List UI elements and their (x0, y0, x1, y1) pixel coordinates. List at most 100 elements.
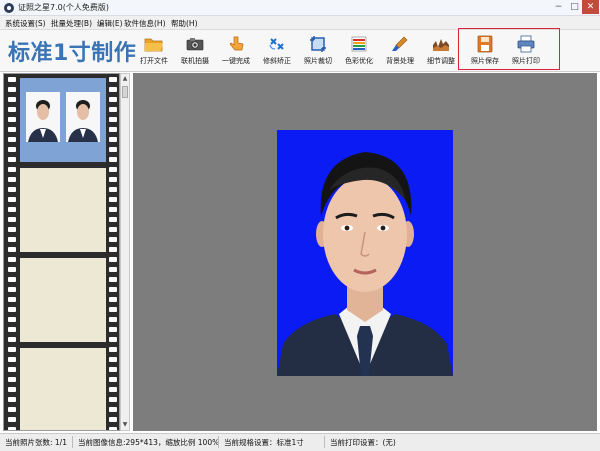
scroll-down-arrow-icon[interactable]: ▼ (121, 420, 129, 430)
app-logo-icon (4, 3, 14, 13)
film-perforation (109, 287, 117, 292)
color-optimize-button[interactable]: 色彩优化 (339, 35, 379, 69)
menu-edit[interactable]: 编辑(E) (97, 18, 123, 29)
film-perforation (8, 347, 16, 352)
thumbnail-frame-empty[interactable] (20, 348, 106, 430)
film-perforation (8, 127, 16, 132)
thumbnail-strip[interactable] (3, 73, 120, 431)
film-perforation (109, 137, 117, 142)
menu-help[interactable]: 帮助(H) (171, 18, 198, 29)
film-perforation (109, 87, 117, 92)
film-perforation (109, 217, 117, 222)
film-perforation (8, 317, 16, 322)
film-perforation (109, 237, 117, 242)
thumbnail-frame-empty[interactable] (20, 168, 106, 252)
film-perforation (8, 147, 16, 152)
color-optimize-label: 色彩优化 (345, 57, 373, 65)
background-process-button[interactable]: 背景处理 (380, 35, 420, 69)
open-file-button[interactable]: 打开文件 (134, 35, 174, 69)
film-perforation (109, 177, 117, 182)
tilt-correction-button[interactable]: 修斜矫正 (257, 35, 297, 69)
film-perforation (8, 357, 16, 362)
thumbnail-photo (66, 92, 100, 142)
status-separator (218, 436, 219, 448)
tilt-correction-label: 修斜矫正 (263, 57, 291, 65)
film-perforation (8, 417, 16, 422)
status-photo-count: 当前照片张数: 1/1 (5, 438, 67, 447)
film-perforation (8, 107, 16, 112)
photo-canvas[interactable] (133, 73, 597, 431)
film-perforation (8, 337, 16, 342)
film-perforation (8, 427, 16, 430)
film-perforation (109, 297, 117, 302)
film-perforation (8, 207, 16, 212)
camera-capture-button[interactable]: 联机拍摄 (175, 35, 215, 69)
film-perforation (8, 177, 16, 182)
brush-icon (392, 36, 408, 51)
window-title: 证照之星7.0(个人免费版) (18, 3, 109, 12)
film-perforation (8, 167, 16, 172)
film-perforation (8, 187, 16, 192)
camera-capture-label: 联机拍摄 (181, 57, 209, 65)
camera-icon (186, 38, 204, 51)
film-perforation (109, 187, 117, 192)
film-perforation (8, 407, 16, 412)
film-perforation (109, 357, 117, 362)
maximize-button[interactable]: □ (566, 0, 583, 14)
menu-batch-processing[interactable]: 批量处理(B) (51, 18, 92, 29)
film-perforation (8, 257, 16, 262)
film-perforation (8, 217, 16, 222)
film-perforation (109, 407, 117, 412)
film-perforation (8, 137, 16, 142)
film-perforation (109, 347, 117, 352)
film-perforation (109, 417, 117, 422)
status-spec-setting: 当前规格设置：标准1寸 (224, 438, 304, 447)
film-perforation (109, 117, 117, 122)
thumbnail-scrollbar[interactable]: ▲ ▼ (120, 73, 130, 431)
film-perforation (109, 427, 117, 430)
film-perforation (8, 297, 16, 302)
film-perforation (109, 277, 117, 282)
film-perforation (109, 107, 117, 112)
film-perforation (109, 337, 117, 342)
rotate-icon (269, 38, 284, 50)
close-button[interactable]: ✕ (582, 0, 599, 14)
photo-crop-label: 照片裁切 (304, 57, 332, 65)
detail-adjust-button[interactable]: 细节调整 (421, 35, 461, 69)
menu-software-info[interactable]: 软件信息(H) (124, 18, 166, 29)
status-separator (72, 436, 73, 448)
film-perforation (109, 157, 117, 162)
hand-click-icon (229, 36, 244, 51)
detail-adjust-label: 细节调整 (427, 57, 455, 65)
film-perforation (109, 207, 117, 212)
crop-icon (310, 36, 326, 52)
title-bar: 证照之星7.0(个人免费版) − □ ✕ (0, 0, 600, 16)
scroll-up-arrow-icon[interactable]: ▲ (121, 74, 129, 84)
thumbnail-frame-selected[interactable] (20, 78, 106, 162)
film-perforation (109, 387, 117, 392)
film-perforation (8, 87, 16, 92)
menu-system-settings[interactable]: 系统设置(S) (5, 18, 46, 29)
film-perforation (109, 317, 117, 322)
film-perforation (8, 197, 16, 202)
film-perforation (109, 307, 117, 312)
film-perforation (8, 377, 16, 382)
film-perforation (109, 97, 117, 102)
film-perforation (109, 377, 117, 382)
one-click-complete-button[interactable]: 一键完成 (216, 35, 256, 69)
background-process-label: 背景处理 (386, 57, 414, 65)
spec-title: 标准1寸制作 (8, 41, 137, 66)
film-perforation (109, 167, 117, 172)
film-perforation (109, 127, 117, 132)
minimize-button[interactable]: − (550, 0, 567, 14)
open-file-label: 打开文件 (140, 57, 168, 65)
folder-icon (144, 38, 163, 52)
id-photo (277, 130, 453, 376)
thumbnail-frame-empty[interactable] (20, 258, 106, 342)
scrollbar-thumb[interactable] (122, 86, 128, 98)
status-image-info: 当前图像信息:295*413，缩放比例 100% (78, 438, 220, 447)
film-perforation (109, 247, 117, 252)
film-perforation (8, 77, 16, 82)
film-perforation (109, 397, 117, 402)
photo-crop-button[interactable]: 照片裁切 (298, 35, 338, 69)
